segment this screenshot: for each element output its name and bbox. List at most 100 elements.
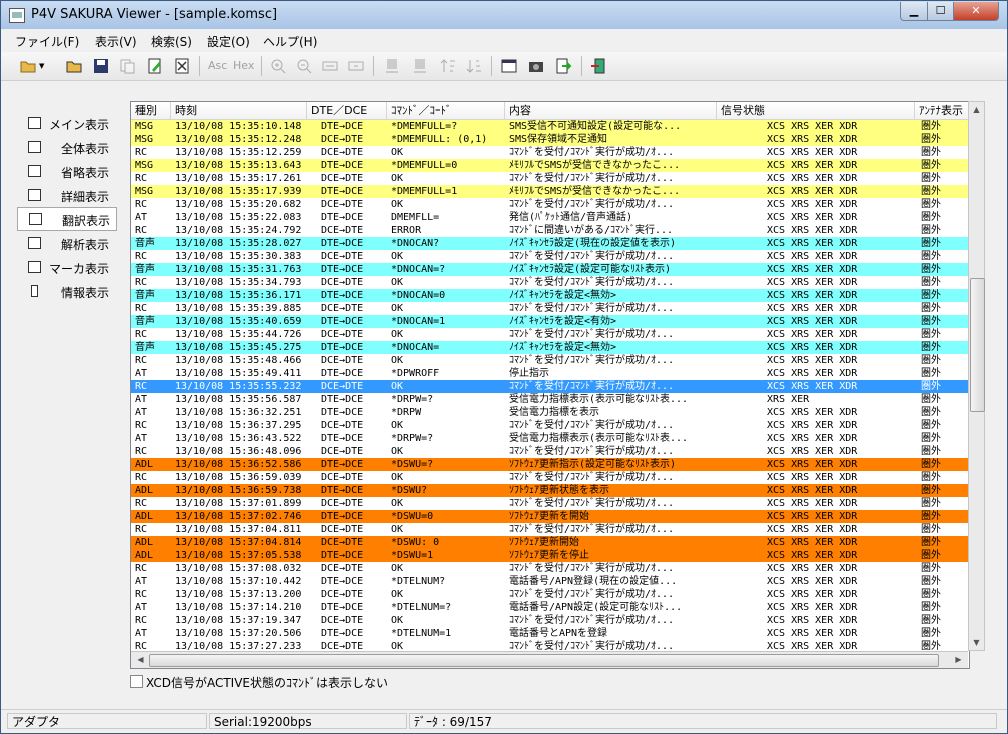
sidebar-item-brief[interactable]: 省略表示	[17, 160, 115, 182]
menu-help[interactable]: ヘルプ(H)	[263, 33, 317, 50]
sidebar-item-main[interactable]: メイン表示	[17, 112, 115, 134]
export-icon[interactable]	[554, 57, 572, 75]
copy-icon[interactable]	[118, 57, 136, 75]
hide-xcd-active-label[interactable]: XCD信号がACTIVE状態のｺﾏﾝﾄﾞは表示しない	[146, 674, 388, 691]
table-cell: OK	[391, 446, 404, 457]
menu-search[interactable]: 検索(S)	[151, 33, 192, 50]
table-row[interactable]: RC 13/10/08 15:37:13.200 DCE→DTE OK ｺﾏﾝﾄﾞを受付…	[131, 588, 969, 601]
table-row[interactable]: AT 13/10/08 15:35:56.587 DTE→DCE *DRPW=? 受信電…	[131, 393, 969, 406]
minimize-button[interactable]: ▁	[900, 2, 928, 21]
zoom-out-icon[interactable]	[295, 57, 313, 75]
open-dropdown-icon[interactable]: ▼	[39, 62, 44, 70]
table-row[interactable]: RC 13/10/08 15:35:12.259 DCE→DTE OK ｺﾏﾝﾄﾞを受付…	[131, 146, 969, 159]
table-row[interactable]: ADL 13/10/08 15:36:52.586 DTE→DCE *DSWU=? ｿﾌ…	[131, 458, 969, 471]
table-row[interactable]: 音声 13/10/08 15:35:36.171 DTE→DCE *DNOCAN=0 ﾉ…	[131, 289, 969, 302]
table-row[interactable]: RC 13/10/08 15:35:48.466 DCE→DTE OK ｺﾏﾝﾄﾞを受付…	[131, 354, 969, 367]
table-row[interactable]: AT 13/10/08 15:36:32.251 DTE→DCE *DRPW 受信電力指…	[131, 406, 969, 419]
table-row[interactable]: AT 13/10/08 15:35:49.411 DTE→DCE *DPWROFF 停止…	[131, 367, 969, 380]
vertical-scroll-thumb[interactable]	[970, 278, 985, 412]
table-row[interactable]: ADL 13/10/08 15:37:04.814 DCE→DTE *DSWU: 0 ｿ…	[131, 536, 969, 549]
window-icon	[28, 117, 41, 129]
table-row[interactable]: RC 13/10/08 15:36:37.295 DCE→DTE OK ｺﾏﾝﾄﾞを受付…	[131, 419, 969, 432]
table-row[interactable]: RC 13/10/08 15:37:01.899 DCE→DTE OK ｺﾏﾝﾄﾞを受付…	[131, 497, 969, 510]
ascii-button[interactable]: Asc	[208, 59, 227, 72]
column-header-time[interactable]: 時刻	[171, 102, 307, 119]
menu-view[interactable]: 表示(V)	[95, 33, 137, 50]
table-row[interactable]: RC 13/10/08 15:35:39.885 DCE→DTE OK ｺﾏﾝﾄﾞを受付…	[131, 302, 969, 315]
exit-icon[interactable]	[590, 57, 608, 75]
table-row[interactable]: 音声 13/10/08 15:35:28.027 DTE→DCE *DNOCAN? ﾉｲ…	[131, 237, 969, 250]
zoom-in-icon[interactable]	[269, 57, 287, 75]
table-cell: *DNOCAN?	[391, 238, 440, 249]
table-cell: DCE→DTE	[321, 589, 364, 600]
table-row[interactable]: MSG 13/10/08 15:35:17.939 DTE→DCE *DMEMFULL…	[131, 185, 969, 198]
horizontal-scroll-thumb[interactable]	[149, 654, 939, 667]
scroll-down-icon[interactable]: ▼	[969, 635, 984, 650]
column-header-antenna[interactable]: ｱﾝﾃﾅ表示	[915, 102, 969, 119]
scroll-left-icon[interactable]: ◀	[133, 652, 148, 667]
table-row[interactable]: MSG 13/10/08 15:35:13.643 DTE→DCE *DMEMFULL…	[131, 159, 969, 172]
table-row[interactable]: RC 13/10/08 15:36:48.096 DCE→DTE OK ｺﾏﾝﾄﾞを受付…	[131, 445, 969, 458]
table-row[interactable]: ADL 13/10/08 15:36:59.738 DTE→DCE *DSWU? ｿﾌﾄ…	[131, 484, 969, 497]
hide-xcd-active-checkbox[interactable]	[130, 675, 143, 688]
table-row[interactable]: AT 13/10/08 15:37:20.506 DTE→DCE *DTELNUM=1…	[131, 627, 969, 640]
column-header-signal[interactable]: 信号状態	[717, 102, 915, 119]
table-row[interactable]: 音声 13/10/08 15:35:45.275 DTE→DCE *DNOCAN= ﾉｲ…	[131, 341, 969, 354]
menu-settings[interactable]: 設定(O)	[207, 33, 250, 50]
column-header-direction[interactable]: DTE／DCE	[307, 102, 387, 119]
column-header-type[interactable]: 種別	[131, 102, 171, 119]
column-header-content[interactable]: 内容	[505, 102, 717, 119]
maximize-button[interactable]: ☐	[927, 2, 954, 21]
sort-desc-icon[interactable]	[465, 57, 483, 75]
delete-icon[interactable]	[173, 57, 191, 75]
sidebar-item-marker[interactable]: マーカ表示	[17, 256, 115, 278]
table-row[interactable]: RC 13/10/08 15:35:34.793 DCE→DTE OK ｺﾏﾝﾄﾞを受付…	[131, 276, 969, 289]
table-row[interactable]: AT 13/10/08 15:35:22.083 DTE→DCE DMEMFLL= 発信…	[131, 211, 969, 224]
sidebar-item-translate[interactable]: 翻訳表示	[17, 207, 117, 231]
table-row[interactable]: RC 13/10/08 15:35:20.682 DCE→DTE OK ｺﾏﾝﾄﾞを受付…	[131, 198, 969, 211]
table-row[interactable]: AT 13/10/08 15:37:10.442 DTE→DCE *DTELNUM? 電…	[131, 575, 969, 588]
table-row[interactable]: MSG 13/10/08 15:35:12.248 DCE→DTE *DMEMFULL…	[131, 133, 969, 146]
table-row[interactable]: 音声 13/10/08 15:35:31.763 DTE→DCE *DNOCAN=? ﾉ…	[131, 263, 969, 276]
sidebar-item-analysis[interactable]: 解析表示	[17, 232, 115, 254]
table-row[interactable]: RC 13/10/08 15:35:17.261 DCE→DTE OK ｺﾏﾝﾄﾞを受付…	[131, 172, 969, 185]
menu-file[interactable]: ファイル(F)	[15, 33, 79, 50]
table-row[interactable]: RC 13/10/08 15:35:55.232 DCE→DTE OK ｺﾏﾝﾄﾞを受付…	[131, 380, 969, 393]
close-button[interactable]: ✕	[953, 2, 999, 21]
table-row[interactable]: ADL 13/10/08 15:37:02.746 DTE→DCE *DSWU=0 ｿﾌ…	[131, 510, 969, 523]
scroll-up-icon[interactable]: ▲	[969, 102, 984, 117]
table-row[interactable]: ADL 13/10/08 15:37:05.538 DTE→DCE *DSWU=1 ｿﾌ…	[131, 549, 969, 562]
table-row[interactable]: RC 13/10/08 15:35:30.383 DCE→DTE OK ｺﾏﾝﾄﾞを受付…	[131, 250, 969, 263]
table-row[interactable]: 音声 13/10/08 15:35:40.659 DTE→DCE *DNOCAN=1 ﾉ…	[131, 315, 969, 328]
camera-icon[interactable]	[527, 57, 545, 75]
table-row[interactable]: RC 13/10/08 15:35:24.792 DCE→DTE ERROR ｺﾏﾝﾄﾞ…	[131, 224, 969, 237]
table-row[interactable]: AT 13/10/08 15:36:43.522 DTE→DCE *DRPW=? 受信電…	[131, 432, 969, 445]
sort-asc-icon[interactable]	[439, 57, 457, 75]
save-icon[interactable]	[92, 57, 110, 75]
title-bar[interactable]: P4V SAKURA Viewer - [sample.komsc] ▁ ☐ ✕	[1, 1, 1007, 29]
table-row[interactable]: RC 13/10/08 15:36:59.039 DCE→DTE OK ｺﾏﾝﾄﾞを受付…	[131, 471, 969, 484]
sidebar-item-all[interactable]: 全体表示	[17, 136, 115, 158]
edit-icon[interactable]	[146, 57, 164, 75]
sidebar-item-detail[interactable]: 詳細表示	[17, 184, 115, 206]
table-row[interactable]: MSG 13/10/08 15:35:10.148 DTE→DCE *DMEMFULL…	[131, 120, 969, 133]
table-row[interactable]: RC 13/10/08 15:35:44.726 DCE→DTE OK ｺﾏﾝﾄﾞを受付…	[131, 328, 969, 341]
table-row[interactable]: RC 13/10/08 15:37:19.347 DCE→DTE OK ｺﾏﾝﾄﾞを受付…	[131, 614, 969, 627]
sidebar-item-info[interactable]: 情報表示	[17, 280, 115, 302]
marker-a-icon[interactable]	[383, 57, 401, 75]
folder-icon[interactable]	[65, 57, 83, 75]
table-row[interactable]: AT 13/10/08 15:37:14.210 DTE→DCE *DTELNUM=?…	[131, 601, 969, 614]
window-view-icon[interactable]	[500, 57, 518, 75]
table-row[interactable]: RC 13/10/08 15:37:04.811 DCE→DTE OK ｺﾏﾝﾄﾞを受付…	[131, 523, 969, 536]
open-folder-icon[interactable]	[19, 57, 37, 75]
table-cell: AT	[135, 433, 148, 444]
marker-b-icon[interactable]	[411, 57, 429, 75]
table-row[interactable]: RC 13/10/08 15:37:08.032 DCE→DTE OK ｺﾏﾝﾄﾞを受付…	[131, 562, 969, 575]
shrink-width-icon[interactable]	[347, 57, 365, 75]
scroll-right-icon[interactable]: ▶	[951, 652, 966, 667]
expand-width-icon[interactable]	[321, 57, 339, 75]
vertical-scrollbar[interactable]: ▲ ▼	[968, 101, 985, 651]
hex-button[interactable]: Hex	[233, 59, 254, 72]
horizontal-scrollbar[interactable]: ◀ ▶	[131, 651, 968, 668]
column-header-command[interactable]: ｺﾏﾝﾄﾞ／ｺｰﾄﾞ	[387, 102, 505, 119]
